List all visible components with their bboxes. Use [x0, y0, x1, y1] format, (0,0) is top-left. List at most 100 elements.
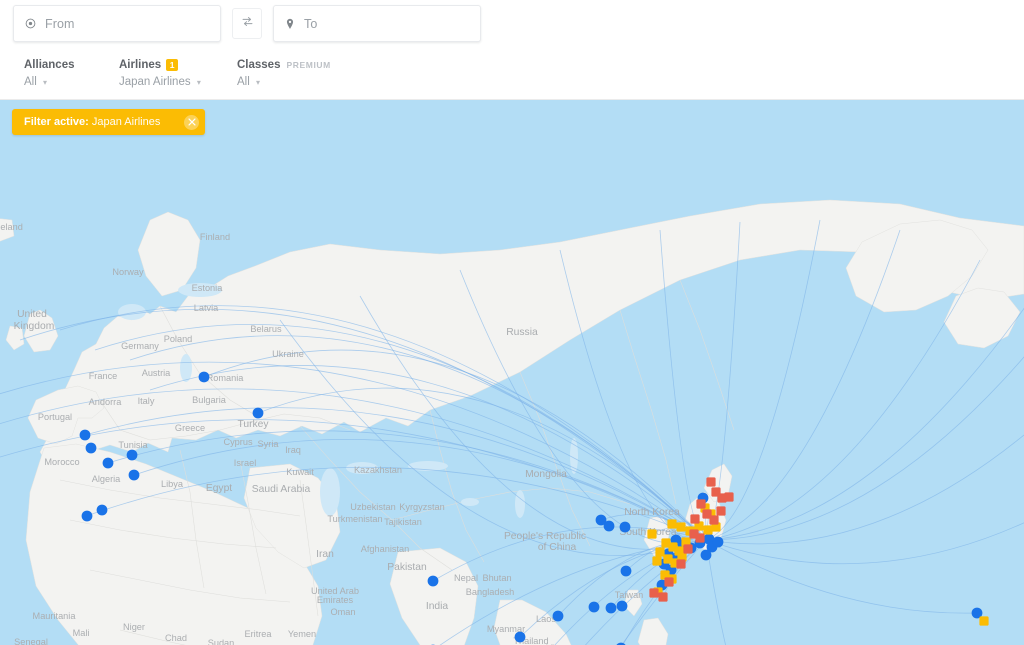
marker-square	[664, 577, 674, 587]
airport-marker-blue[interactable]	[427, 575, 439, 587]
marker-square	[695, 533, 705, 543]
filter-group-alliances: Alliances All ▾	[24, 58, 79, 90]
airport-marker-blue[interactable]	[700, 549, 712, 561]
airport-marker-red[interactable]	[683, 544, 693, 554]
close-icon[interactable]	[184, 114, 200, 130]
map-canvas: IcelandNorwayFinlandEstoniaLatviaUnitedK…	[0, 100, 1024, 645]
inland-water	[178, 283, 222, 297]
airport-marker-blue[interactable]	[616, 600, 628, 612]
filter-label-classes: Classes PREMIUM	[237, 58, 331, 72]
marker-dot	[552, 610, 564, 622]
airport-marker-yellow[interactable]	[979, 616, 989, 626]
chevron-down-icon: ▾	[196, 78, 201, 87]
filter-title: Alliances	[24, 59, 75, 71]
marker-dot	[603, 520, 615, 532]
marker-square	[647, 529, 657, 539]
location-pin-icon	[285, 18, 295, 30]
marker-square	[979, 616, 989, 626]
airport-marker-blue[interactable]	[79, 429, 91, 441]
marker-square	[716, 506, 726, 516]
marker-square	[676, 559, 686, 569]
world-map[interactable]: IcelandNorwayFinlandEstoniaLatviaUnitedK…	[0, 100, 1024, 645]
marker-square	[667, 519, 677, 529]
airport-marker-blue[interactable]	[85, 442, 97, 454]
airport-marker-blue[interactable]	[81, 510, 93, 522]
airport-marker-red[interactable]	[716, 506, 726, 516]
inland-water	[461, 498, 479, 506]
marker-square	[703, 525, 713, 535]
filter-value-alliances[interactable]: All ▾	[24, 75, 79, 90]
active-filter-value: Japan Airlines	[91, 116, 161, 128]
marker-dot	[126, 449, 138, 461]
search-bar: From To	[0, 0, 1024, 47]
airport-marker-yellow[interactable]	[667, 519, 677, 529]
airport-marker-blue[interactable]	[588, 601, 600, 613]
airport-marker-yellow[interactable]	[655, 547, 665, 557]
airport-marker-blue[interactable]	[552, 610, 564, 622]
inland-water	[515, 490, 525, 518]
inland-water	[320, 468, 340, 516]
marker-dot	[712, 536, 724, 548]
airport-marker-blue[interactable]	[514, 631, 526, 643]
swap-button[interactable]	[232, 8, 262, 39]
filter-value-text: Japan Airlines	[119, 76, 191, 88]
airport-marker-blue[interactable]	[96, 504, 108, 516]
airport-marker-red[interactable]	[664, 577, 674, 587]
marker-dot	[605, 602, 617, 614]
filter-value-airlines[interactable]: Japan Airlines ▾	[119, 75, 201, 90]
marker-square	[652, 556, 662, 566]
airport-marker-red[interactable]	[658, 592, 668, 602]
filter-title: Classes	[237, 59, 281, 71]
airport-marker-blue[interactable]	[252, 407, 264, 419]
active-filter-text: Filter active: Japan Airlines	[24, 116, 160, 128]
marker-square	[709, 515, 719, 525]
airport-marker-blue[interactable]	[102, 457, 114, 469]
swap-icon	[241, 15, 254, 33]
marker-dot	[700, 549, 712, 561]
filter-value-text: All	[237, 76, 250, 88]
airport-marker-red[interactable]	[676, 559, 686, 569]
marker-square	[655, 547, 665, 557]
active-filter-chip[interactable]: Filter active: Japan Airlines	[12, 109, 206, 135]
airport-marker-red[interactable]	[724, 492, 734, 502]
airport-marker-red[interactable]	[695, 533, 705, 543]
airport-marker-yellow[interactable]	[652, 556, 662, 566]
filter-bar: Alliances All ▾ Airlines 1 Japan Airline…	[0, 47, 1024, 100]
airport-marker-yellow[interactable]	[647, 529, 657, 539]
airport-marker-yellow[interactable]	[703, 525, 713, 535]
airport-marker-blue[interactable]	[619, 521, 631, 533]
airport-marker-blue[interactable]	[605, 602, 617, 614]
airport-marker-blue[interactable]	[603, 520, 615, 532]
airport-marker-blue[interactable]	[198, 371, 210, 383]
airport-marker-blue[interactable]	[712, 536, 724, 548]
origin-placeholder: From	[45, 16, 75, 31]
marker-dot	[588, 601, 600, 613]
airport-marker-red[interactable]	[696, 499, 706, 509]
active-filter-prefix: Filter active:	[24, 116, 89, 128]
airport-marker-red[interactable]	[706, 477, 716, 487]
airport-marker-red[interactable]	[709, 515, 719, 525]
marker-dot	[616, 600, 628, 612]
marker-dot	[79, 429, 91, 441]
origin-field[interactable]: From	[13, 5, 221, 42]
marker-dot	[96, 504, 108, 516]
marker-dot	[252, 407, 264, 419]
marker-square	[649, 588, 659, 598]
destination-field[interactable]: To	[273, 5, 481, 42]
airport-marker-red[interactable]	[649, 588, 659, 598]
target-circle-icon	[25, 18, 36, 29]
filter-group-airlines: Airlines 1 Japan Airlines ▾	[119, 58, 201, 90]
airport-marker-blue[interactable]	[128, 469, 140, 481]
marker-dot	[128, 469, 140, 481]
filter-value-classes[interactable]: All ▾	[237, 75, 331, 90]
chevron-down-icon: ▾	[255, 78, 260, 87]
airport-marker-red[interactable]	[690, 514, 700, 524]
marker-square	[706, 477, 716, 487]
marker-square	[690, 514, 700, 524]
marker-dot	[620, 565, 632, 577]
filter-value-text: All	[24, 76, 37, 88]
marker-square	[676, 522, 686, 532]
airport-marker-blue[interactable]	[126, 449, 138, 461]
airport-marker-blue[interactable]	[620, 565, 632, 577]
airport-marker-yellow[interactable]	[676, 522, 686, 532]
